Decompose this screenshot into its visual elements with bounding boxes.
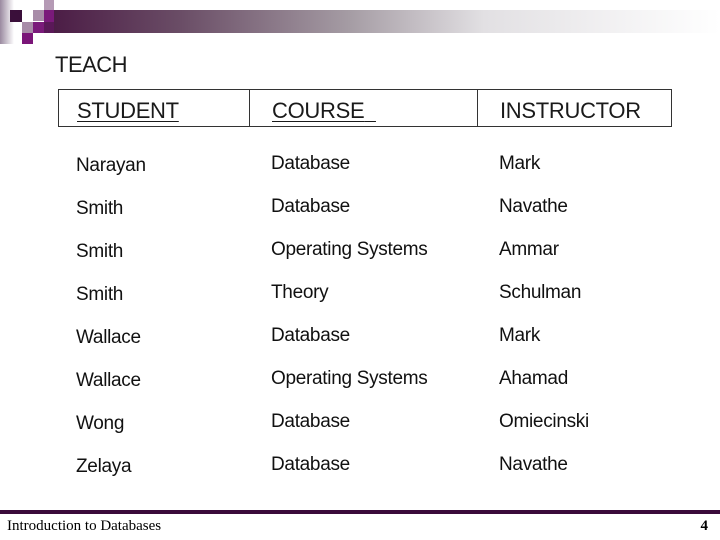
column-divider <box>477 90 478 126</box>
cell-instructor: Mark <box>499 325 541 346</box>
decorative-square <box>22 22 33 33</box>
cell-course: Database <box>271 411 350 432</box>
decorative-square <box>44 22 54 33</box>
footer-divider <box>0 510 720 514</box>
cell-student: Zelaya <box>76 456 132 477</box>
cell-instructor: Mark <box>499 153 541 174</box>
cell-student: Wong <box>76 413 125 434</box>
cell-student: Smith <box>76 241 124 262</box>
cell-course: Database <box>271 153 350 174</box>
cell-course: Database <box>271 454 350 475</box>
cell-course: Theory <box>271 282 329 303</box>
cell-instructor: Navathe <box>499 454 568 475</box>
cell-instructor: Ammar <box>499 239 559 260</box>
decorative-square <box>22 33 33 44</box>
footer-course-title: Introduction to Databases <box>7 518 162 534</box>
cell-instructor: Schulman <box>499 282 582 303</box>
cell-course: Database <box>271 325 350 346</box>
slide-title: TEACH <box>55 52 128 77</box>
decorative-square <box>33 22 44 33</box>
decorative-square <box>44 10 54 22</box>
decorative-left-fade <box>0 0 14 44</box>
column-header-course-label: COURSE <box>272 98 376 123</box>
cell-instructor: Omiecinski <box>499 411 589 432</box>
cell-instructor: Ahamad <box>499 368 568 389</box>
decorative-square <box>10 10 22 22</box>
column-header-student: STUDENT <box>77 98 179 123</box>
cell-student: Smith <box>76 284 124 305</box>
column-header-course-text: COURSE <box>272 98 365 123</box>
table-header-row: STUDENT COURSE INSTRUCTOR <box>58 89 672 127</box>
cell-course: Database <box>271 196 350 217</box>
decorative-square <box>44 0 54 10</box>
cell-course: Operating Systems <box>271 239 428 260</box>
decorative-square <box>33 10 44 21</box>
cell-course: Operating Systems <box>271 368 428 389</box>
cell-student: Wallace <box>76 370 141 391</box>
cell-student: Narayan <box>76 155 146 176</box>
column-divider <box>249 90 250 126</box>
cell-student: Wallace <box>76 327 141 348</box>
cell-instructor: Navathe <box>499 196 568 217</box>
decorative-top-banner <box>46 10 720 33</box>
column-header-instructor: INSTRUCTOR <box>500 98 641 123</box>
cell-student: Smith <box>76 198 124 219</box>
page-number: 4 <box>700 518 709 534</box>
column-header-course: COURSE <box>272 98 376 124</box>
